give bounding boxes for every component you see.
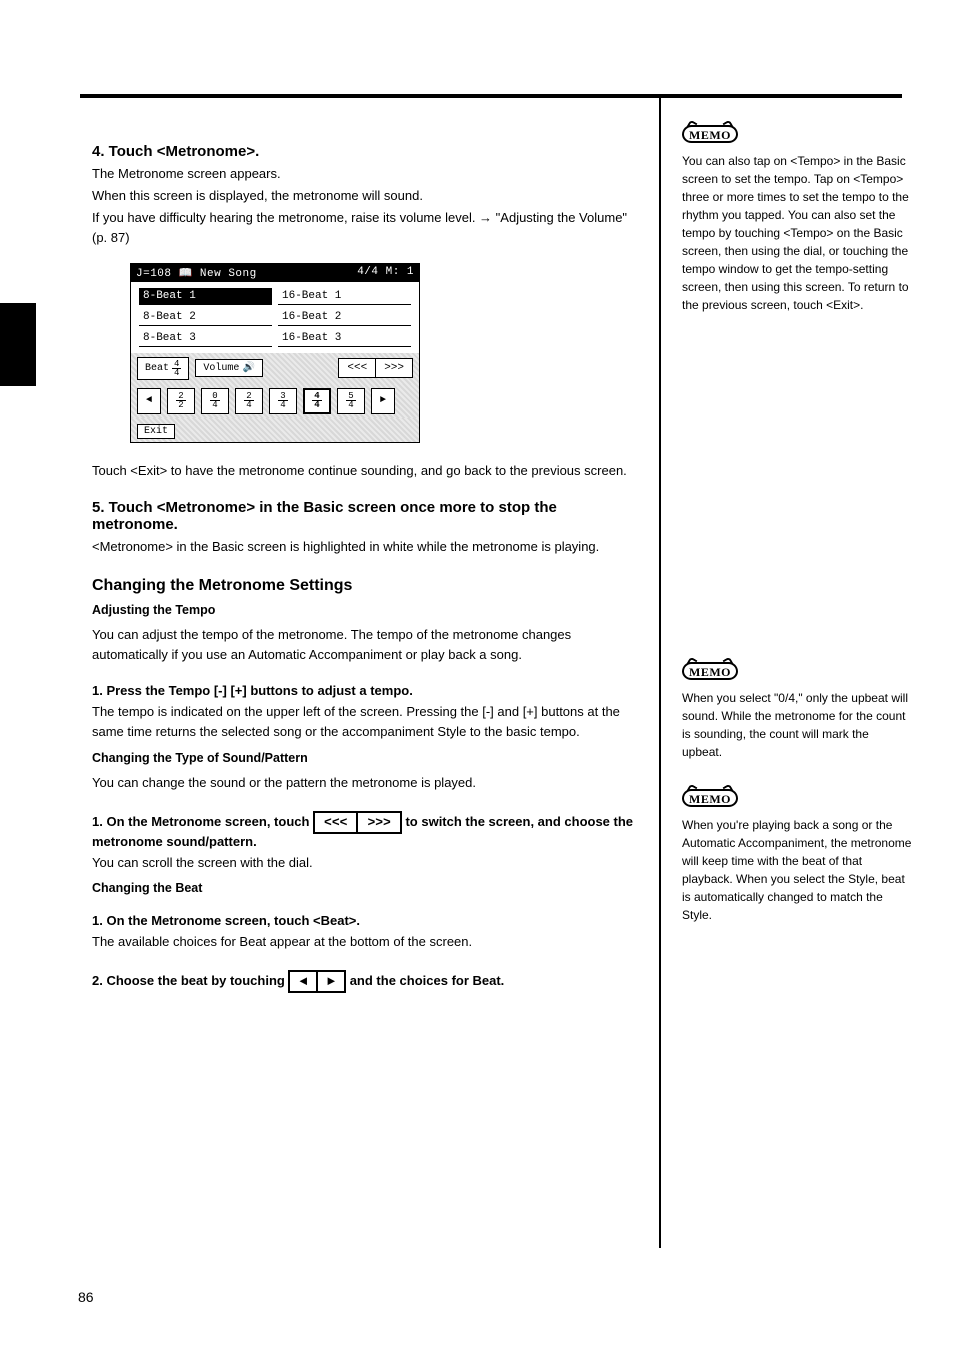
- side-column: MEMO You can also tap on <Tempo> in the …: [682, 125, 912, 952]
- exit-note: Touch <Exit> to have the metronome conti…: [92, 461, 642, 481]
- ts-option[interactable]: 24: [235, 388, 263, 414]
- lcd-tempo: J=108 📖 New Song: [136, 266, 257, 280]
- section-tab: [0, 303, 36, 386]
- step-4: 4. Touch <Metronome>.: [92, 143, 642, 160]
- pattern-item[interactable]: 8-Beat 3: [139, 330, 272, 347]
- memo-1: MEMO You can also tap on <Tempo> in the …: [682, 125, 912, 314]
- pattern-body-1: You can change the sound or the pattern …: [92, 773, 642, 793]
- memo-3-text: When you're playing back a song or the A…: [682, 816, 912, 924]
- main-column: 4. Touch <Metronome>. The Metronome scre…: [92, 125, 642, 997]
- heading-tempo: Adjusting the Tempo: [92, 603, 215, 617]
- memo-icon: MEMO: [682, 662, 738, 680]
- lcd-timesig-row: ◄ 22 04 24 34 44 54 ►: [131, 384, 419, 418]
- page-nav-icon: <<< >>>: [313, 811, 402, 834]
- lcd-footer: Exit: [131, 418, 419, 442]
- ts-option[interactable]: 22: [167, 388, 195, 414]
- page-nav: <<< >>>: [338, 358, 413, 378]
- column-divider: [659, 98, 661, 1248]
- ts-next-button[interactable]: ►: [371, 388, 395, 414]
- volume-button[interactable]: Volume 🔊: [195, 359, 262, 377]
- pattern-item[interactable]: 16-Beat 1: [278, 288, 411, 305]
- ts-option-selected[interactable]: 44: [303, 388, 331, 414]
- ts-option[interactable]: 54: [337, 388, 365, 414]
- step-4-body-1: The Metronome screen appears.: [92, 164, 642, 184]
- memo-2: MEMO When you select "0/4," only the upb…: [682, 662, 912, 761]
- page-number: 86: [78, 1289, 94, 1305]
- arrow-left-icon: ◄: [290, 972, 316, 991]
- pattern-item[interactable]: 8-Beat 2: [139, 309, 272, 326]
- tempo-step: 1. Press the Tempo [-] [+] buttons to ad…: [92, 683, 642, 698]
- header-rule: [80, 94, 902, 98]
- pattern-item[interactable]: 16-Beat 2: [278, 309, 411, 326]
- lcd-mid-row: Beat 44 Volume 🔊 <<< >>>: [131, 353, 419, 384]
- lcd-pattern-list: 8-Beat 1 8-Beat 2 8-Beat 3 16-Beat 1 16-…: [131, 282, 419, 353]
- memo-icon: MEMO: [682, 789, 738, 807]
- memo-3: MEMO When you're playing back a song or …: [682, 789, 912, 924]
- page-prev-button[interactable]: <<<: [339, 359, 375, 377]
- tempo-body-1: You can adjust the tempo of the metronom…: [92, 625, 642, 665]
- chev-left-icon: <<<: [315, 813, 356, 832]
- chev-right-icon: >>>: [356, 813, 399, 832]
- heading-beat: Changing the Beat: [92, 881, 202, 895]
- step-5: 5. Touch <Metronome> in the Basic screen…: [92, 499, 642, 533]
- tempo-body-2: The tempo is indicated on the upper left…: [92, 702, 642, 742]
- heading-change-settings: Changing the Metronome Settings: [92, 577, 642, 595]
- beat-step-2: 2. Choose the beat by touching ◄ ► and t…: [92, 970, 642, 993]
- speaker-icon: 🔊: [242, 362, 254, 374]
- memo-icon: MEMO: [682, 125, 738, 143]
- step-4-body-2: When this screen is displayed, the metro…: [92, 186, 642, 206]
- memo-1-text: You can also tap on <Tempo> in the Basic…: [682, 152, 912, 314]
- lcd-header: J=108 📖 New Song 4/4 M: 1: [131, 264, 419, 282]
- arrow-nav-icon: ◄ ►: [288, 970, 346, 993]
- ts-option[interactable]: 34: [269, 388, 297, 414]
- beat-step-1: 1. On the Metronome screen, touch <Beat>…: [92, 913, 642, 928]
- page-next-button[interactable]: >>>: [375, 359, 412, 377]
- step-4-body-3: If you have difficulty hearing the metro…: [92, 208, 642, 248]
- lcd-screenshot: J=108 📖 New Song 4/4 M: 1 8-Beat 1 8-Bea…: [130, 263, 420, 443]
- lcd-timesig: 4/4 M: 1: [357, 266, 414, 280]
- memo-2-text: When you select "0/4," only the upbeat w…: [682, 689, 912, 761]
- step-5-body: <Metronome> in the Basic screen is highl…: [92, 537, 642, 557]
- ts-option[interactable]: 04: [201, 388, 229, 414]
- heading-pattern: Changing the Type of Sound/Pattern: [92, 751, 308, 765]
- beat-button[interactable]: Beat 44: [137, 357, 189, 380]
- pattern-item[interactable]: 8-Beat 1: [139, 288, 272, 305]
- beat-body-1: The available choices for Beat appear at…: [92, 932, 642, 952]
- pattern-body-2: You can scroll the screen with the dial.: [92, 853, 642, 873]
- pattern-step: 1. On the Metronome screen, touch <<< >>…: [92, 811, 642, 849]
- exit-button[interactable]: Exit: [137, 424, 175, 439]
- arrow-right-icon: ►: [316, 972, 344, 991]
- ts-prev-button[interactable]: ◄: [137, 388, 161, 414]
- pattern-item[interactable]: 16-Beat 3: [278, 330, 411, 347]
